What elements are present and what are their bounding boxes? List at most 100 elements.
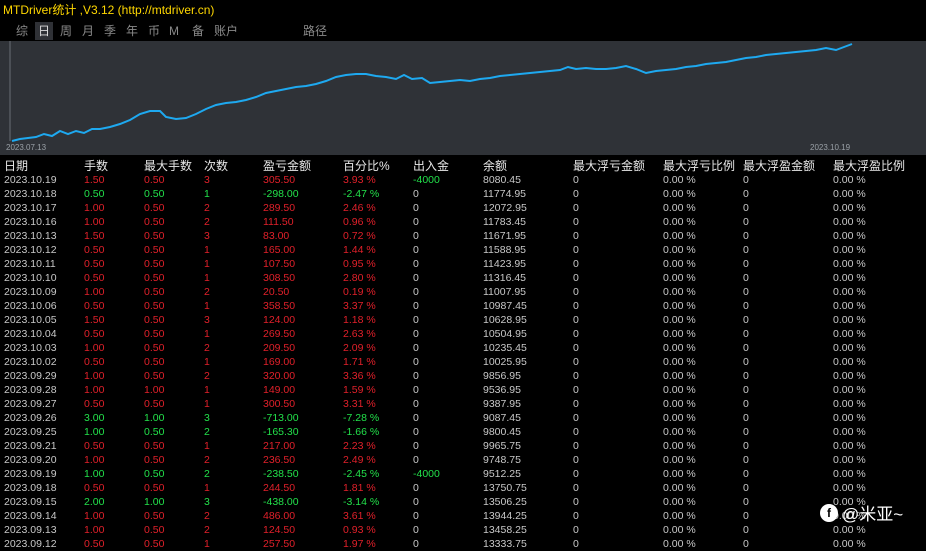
cell-date: 2023.09.15 bbox=[4, 496, 57, 508]
table-row[interactable]: 2023.10.06 0.50 0.50 1 358.50 3.37 % 0 10987.45… bbox=[0, 299, 926, 313]
cell-max-lots: 0.50 bbox=[144, 216, 165, 228]
chart-start-date: 2023.07.13 bbox=[6, 143, 47, 152]
table-row[interactable]: 2023.10.16 1.00 0.50 2 111.50 0.96 % 0 11783.45… bbox=[0, 215, 926, 229]
table-row[interactable]: 2023.10.04 0.50 0.50 1 269.50 2.63 % 0 10504.95… bbox=[0, 327, 926, 341]
table-row[interactable]: 2023.09.14 1.00 0.50 2 486.00 3.61 % 0 13944.25… bbox=[0, 509, 926, 523]
table-row[interactable]: 2023.09.19 1.00 0.50 2 -238.50 -2.45 % -4000 95… bbox=[0, 467, 926, 481]
cell-date: 2023.09.27 bbox=[4, 398, 57, 410]
cell-maxdd: 0 bbox=[573, 300, 579, 312]
cell-max-lots: 0.50 bbox=[144, 188, 165, 200]
tab-6[interactable]: 币 bbox=[145, 22, 163, 40]
cell-pct: 2.49 % bbox=[343, 454, 376, 466]
cell-maxdd-pct: 0.00 % bbox=[663, 216, 696, 228]
tab-4[interactable]: 季 bbox=[101, 22, 119, 40]
cell-flow: 0 bbox=[413, 342, 419, 354]
cell-max-lots: 0.50 bbox=[144, 510, 165, 522]
cell-pct: 3.61 % bbox=[343, 510, 376, 522]
table-row[interactable]: 2023.09.20 1.00 0.50 2 236.50 2.49 % 0 9748.75 0… bbox=[0, 453, 926, 467]
cell-maxdd-pct: 0.00 % bbox=[663, 258, 696, 270]
column-header: 最大浮盈比例 bbox=[833, 159, 906, 173]
cell-date: 2023.09.25 bbox=[4, 426, 57, 438]
table-row[interactable]: 2023.09.15 2.00 1.00 3 -438.00 -3.14 % 0 13506.… bbox=[0, 495, 926, 509]
cell-maxfu: 0 bbox=[743, 314, 749, 326]
cell-flow: -4000 bbox=[413, 174, 440, 186]
cell-pct: 3.37 % bbox=[343, 300, 376, 312]
tab-8[interactable]: 备 bbox=[189, 22, 207, 40]
cell-maxdd-pct: 0.00 % bbox=[663, 300, 696, 312]
cell-date: 2023.09.29 bbox=[4, 370, 57, 382]
tab-7[interactable]: M bbox=[167, 22, 181, 40]
cell-pnl: 244.50 bbox=[263, 482, 296, 494]
cell-lots: 1.00 bbox=[84, 384, 105, 396]
table-row[interactable]: 2023.10.13 1.50 0.50 3 83.00 0.72 % 0 11671.95 0… bbox=[0, 229, 926, 243]
column-header: 余额 bbox=[483, 159, 508, 173]
tab-5[interactable]: 年 bbox=[123, 22, 141, 40]
table-row[interactable]: 2023.09.28 1.00 1.00 1 149.00 1.59 % 0 9536.95 0… bbox=[0, 383, 926, 397]
table-row[interactable]: 2023.09.18 0.50 0.50 1 244.50 1.81 % 0 13750.75… bbox=[0, 481, 926, 495]
cell-balance: 13458.25 bbox=[483, 524, 527, 536]
cell-flow: 0 bbox=[413, 202, 419, 214]
column-header: 日期 bbox=[4, 159, 29, 173]
table-row[interactable]: 2023.10.19 1.50 0.50 3 305.50 3.93 % -4000 8080… bbox=[0, 173, 926, 187]
cell-pnl: 358.50 bbox=[263, 300, 296, 312]
table-row[interactable]: 2023.10.11 0.50 0.50 1 107.50 0.95 % 0 11423.95… bbox=[0, 257, 926, 271]
cell-pct: 1.81 % bbox=[343, 482, 376, 494]
table-row[interactable]: 2023.10.05 1.50 0.50 3 124.00 1.18 % 0 10628.95… bbox=[0, 313, 926, 327]
table-row[interactable]: 2023.09.12 0.50 0.50 1 257.50 1.97 % 0 13333.75… bbox=[0, 537, 926, 551]
cell-balance: 13750.75 bbox=[483, 482, 527, 494]
cell-maxdd-pct: 0.00 % bbox=[663, 468, 696, 480]
table-row[interactable]: 2023.10.18 0.50 0.50 1 -298.00 -2.47 % 0 11774.… bbox=[0, 187, 926, 201]
table-row[interactable]: 2023.10.17 1.00 0.50 2 289.50 2.46 % 0 12072.95… bbox=[0, 201, 926, 215]
cell-maxdd: 0 bbox=[573, 440, 579, 452]
table-row[interactable]: 2023.09.27 0.50 0.50 1 300.50 3.31 % 0 9387.95 0… bbox=[0, 397, 926, 411]
cell-pnl: 20.50 bbox=[263, 286, 290, 298]
table-row[interactable]: 2023.09.13 1.00 0.50 2 124.50 0.93 % 0 13458.25… bbox=[0, 523, 926, 537]
cell-maxdd-pct: 0.00 % bbox=[663, 188, 696, 200]
table-row[interactable]: 2023.09.29 1.00 0.50 2 320.00 3.36 % 0 9856.95 0… bbox=[0, 369, 926, 383]
cell-pnl: 305.50 bbox=[263, 174, 296, 186]
tab-0[interactable]: 综 bbox=[13, 22, 31, 40]
table-row[interactable]: 2023.10.09 1.00 0.50 2 20.50 0.19 % 0 11007.95 0… bbox=[0, 285, 926, 299]
cell-maxfu: 0 bbox=[743, 384, 749, 396]
cell-balance: 10235.45 bbox=[483, 342, 527, 354]
cell-count: 3 bbox=[204, 314, 210, 326]
cell-lots: 1.00 bbox=[84, 370, 105, 382]
cell-flow: 0 bbox=[413, 398, 419, 410]
cell-maxfu: 0 bbox=[743, 524, 749, 536]
cell-balance: 8080.45 bbox=[483, 174, 521, 186]
table-row[interactable]: 2023.10.03 1.00 0.50 2 209.50 2.09 % 0 10235.45… bbox=[0, 341, 926, 355]
cell-maxfu-pct: 0.00 % bbox=[833, 328, 866, 340]
cell-maxfu-pct: 0.00 % bbox=[833, 524, 866, 536]
tab-10[interactable]: 路径 bbox=[300, 22, 330, 40]
cell-maxfu-pct: 0.00 % bbox=[833, 356, 866, 368]
cell-max-lots: 0.50 bbox=[144, 202, 165, 214]
table-row[interactable]: 2023.10.12 0.50 0.50 1 165.00 1.44 % 0 11588.95… bbox=[0, 243, 926, 257]
cell-balance: 9748.75 bbox=[483, 454, 521, 466]
cell-lots: 0.50 bbox=[84, 188, 105, 200]
table-row[interactable]: 2023.10.02 0.50 0.50 1 169.00 1.71 % 0 10025.95… bbox=[0, 355, 926, 369]
cell-maxdd: 0 bbox=[573, 328, 579, 340]
cell-flow: 0 bbox=[413, 188, 419, 200]
tab-9[interactable]: 账户 bbox=[212, 22, 240, 40]
cell-pct: 1.97 % bbox=[343, 538, 376, 550]
cell-max-lots: 0.50 bbox=[144, 482, 165, 494]
table-row[interactable]: 2023.09.25 1.00 0.50 2 -165.30 -1.66 % 0 9800.4… bbox=[0, 425, 926, 439]
cell-pnl: 124.50 bbox=[263, 524, 296, 536]
table-row[interactable]: 2023.09.21 0.50 0.50 1 217.00 2.23 % 0 9965.75 0… bbox=[0, 439, 926, 453]
tab-1[interactable]: 日 bbox=[35, 22, 53, 40]
cell-pct: 3.36 % bbox=[343, 370, 376, 382]
cell-maxdd-pct: 0.00 % bbox=[663, 328, 696, 340]
cell-maxfu: 0 bbox=[743, 342, 749, 354]
cell-flow: 0 bbox=[413, 440, 419, 452]
cell-lots: 1.00 bbox=[84, 426, 105, 438]
table-row[interactable]: 2023.09.26 3.00 1.00 3 -713.00 -7.28 % 0 9087.4… bbox=[0, 411, 926, 425]
cell-date: 2023.10.19 bbox=[4, 174, 57, 186]
cell-maxdd: 0 bbox=[573, 174, 579, 186]
cell-maxfu-pct: 0.00 % bbox=[833, 440, 866, 452]
cell-lots: 0.50 bbox=[84, 356, 105, 368]
table-row[interactable]: 2023.10.10 0.50 0.50 1 308.50 2.80 % 0 11316.45… bbox=[0, 271, 926, 285]
cell-date: 2023.09.21 bbox=[4, 440, 57, 452]
tab-2[interactable]: 周 bbox=[57, 22, 75, 40]
tab-3[interactable]: 月 bbox=[79, 22, 97, 40]
cell-pct: 2.46 % bbox=[343, 202, 376, 214]
